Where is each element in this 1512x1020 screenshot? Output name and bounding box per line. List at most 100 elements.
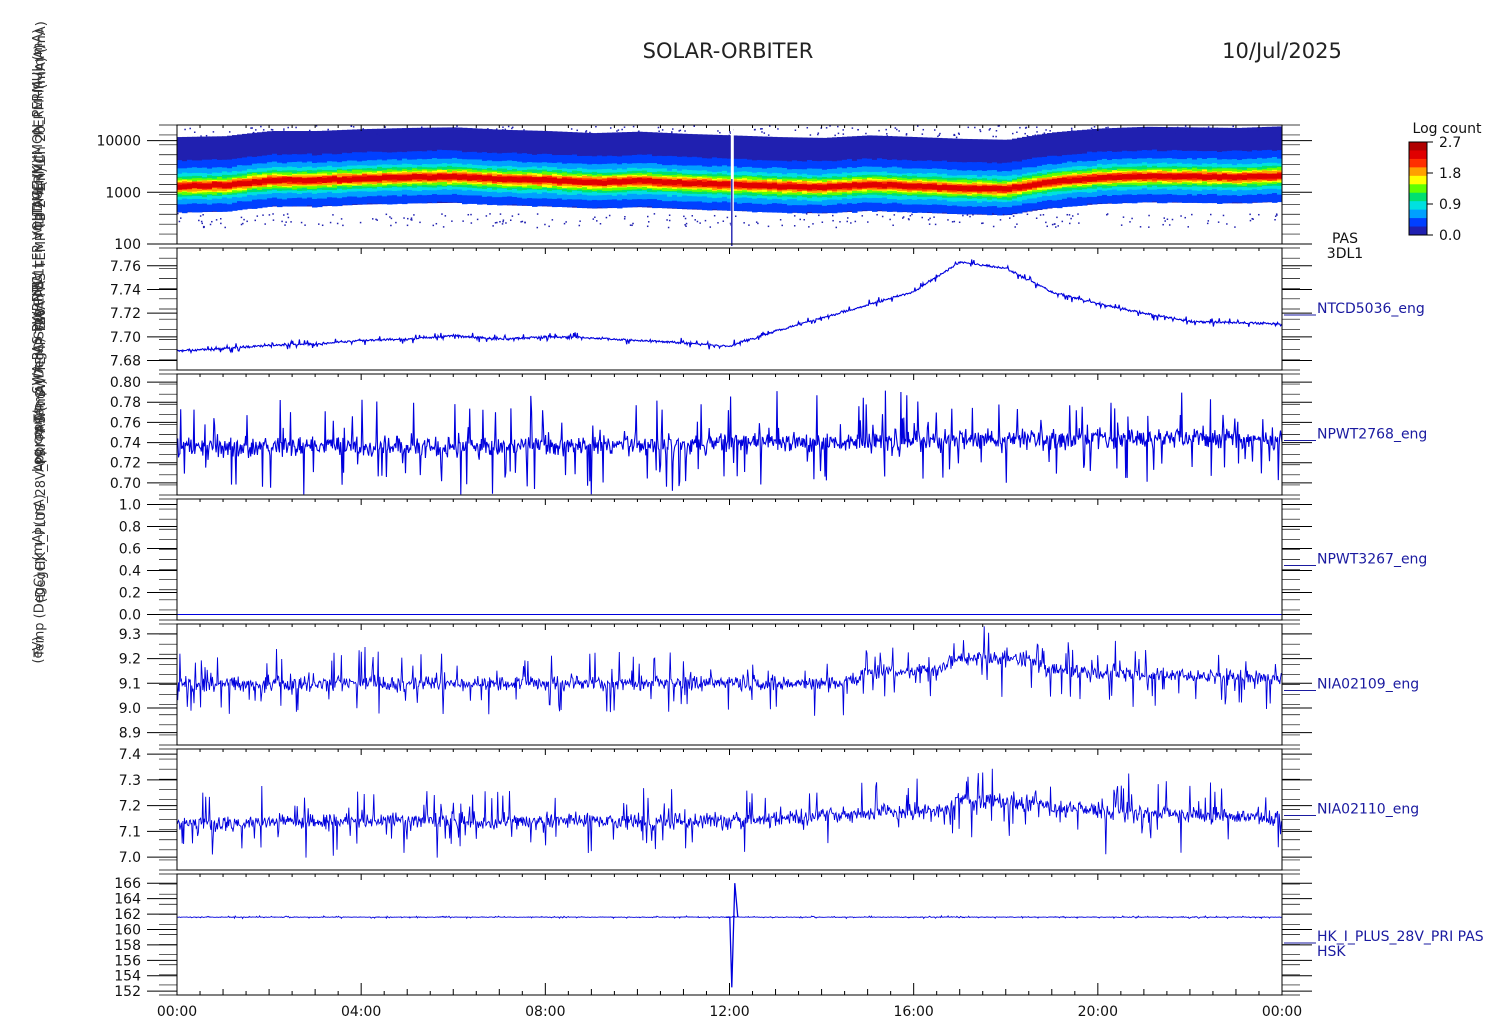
- spectrogram-speckle: [894, 127, 897, 129]
- spectrogram-speckle: [728, 134, 730, 137]
- spectrogram-speckle: [406, 224, 409, 227]
- spectrogram-speckle: [487, 128, 489, 130]
- spectrogram-speckle: [953, 220, 956, 223]
- spectrogram-speckle: [455, 135, 457, 137]
- spectrogram-speckle: [908, 218, 910, 221]
- spectrogram-speckle: [916, 125, 919, 127]
- spectrogram-cell: [1162, 173, 1168, 179]
- spectrogram-speckle: [668, 219, 671, 222]
- spectrogram-speckle: [502, 219, 505, 221]
- spectrogram-speckle: [1051, 223, 1054, 226]
- spectrogram-speckle: [441, 213, 443, 215]
- spectrogram-speckle: [685, 222, 688, 225]
- spectrogram-speckle: [290, 221, 292, 223]
- spectrogram-speckle: [1168, 224, 1171, 226]
- spectrogram-cell: [867, 182, 873, 188]
- spectrogram-cell: [1247, 173, 1253, 179]
- y-tick-label: 0.76: [110, 415, 141, 431]
- spectrogram-speckle: [1016, 223, 1018, 225]
- spectrogram-cell: [787, 184, 793, 190]
- spectrogram-cell: [647, 178, 653, 184]
- spectrogram-speckle: [579, 220, 581, 222]
- spectrogram-cell: [957, 185, 963, 191]
- spectrogram-speckle: [729, 131, 731, 133]
- spectrogram-speckle: [260, 125, 262, 128]
- spectrogram-speckle: [332, 214, 334, 216]
- spectrogram-cell: [792, 184, 798, 190]
- spectrogram-speckle: [570, 128, 573, 130]
- spectrogram-cell: [842, 183, 848, 189]
- spectrogram-cell: [1142, 173, 1148, 179]
- spectrogram-speckle: [1164, 220, 1166, 222]
- spectrogram-cell: [852, 182, 858, 188]
- spectrogram-speckle: [411, 129, 414, 131]
- spectrogram-cell: [807, 184, 813, 190]
- spectrogram-speckle: [1203, 127, 1205, 129]
- spectrogram-cell: [1172, 174, 1178, 180]
- y-tick-label: 160: [114, 922, 141, 938]
- spectrogram-speckle: [967, 126, 970, 129]
- spectrogram-speckle: [464, 129, 466, 131]
- panel-frame: [176, 748, 1283, 871]
- y-tick-label: 8.9: [119, 726, 141, 742]
- spectrogram-speckle: [623, 126, 626, 128]
- spectrogram-cell: [1257, 173, 1263, 179]
- spectrogram-cell: [1087, 176, 1093, 182]
- spectrogram-speckle: [359, 221, 362, 224]
- spectrogram-speckle: [679, 133, 681, 136]
- spectrogram-cell: [1222, 173, 1228, 179]
- spectrogram-speckle: [892, 224, 894, 227]
- spectrogram-cell: [1067, 178, 1073, 184]
- spectrogram-cell: [502, 177, 508, 183]
- spectrogram-speckle: [366, 135, 368, 138]
- spectrogram-cell: [612, 179, 618, 185]
- spectrogram-speckle: [243, 218, 245, 221]
- spectrogram-cell: [662, 180, 668, 186]
- spectrogram-speckle: [340, 218, 343, 220]
- spectrogram-speckle: [1110, 132, 1113, 134]
- spectrogram-speckle: [462, 220, 464, 222]
- spectrogram-cell: [337, 177, 343, 183]
- panel-label: NIA02110_eng: [1317, 802, 1419, 818]
- spectrogram-cell: [252, 179, 258, 185]
- spectrogram-speckle: [1082, 136, 1084, 139]
- spectrogram-speckle: [375, 218, 377, 221]
- spectrogram-cell: [1007, 186, 1013, 192]
- spectrogram-speckle: [215, 219, 218, 221]
- spectrogram-speckle: [1180, 215, 1182, 217]
- spectrogram-cell: [1272, 173, 1278, 179]
- spectrogram-speckle: [219, 217, 222, 220]
- spectrogram-speckle: [1091, 134, 1093, 136]
- spectrogram-cell: [347, 177, 353, 183]
- x-tick-label: 08:00: [525, 1004, 565, 1020]
- spectrogram-cell: [1217, 175, 1223, 181]
- spectrogram-speckle: [1045, 129, 1047, 131]
- spectrogram-speckle: [1066, 213, 1069, 216]
- y-tick-label: 0.72: [110, 456, 141, 472]
- spectrogram-cell: [717, 181, 723, 187]
- spectrogram-cell: [837, 184, 843, 190]
- spectrogram-cell: [472, 175, 478, 181]
- spectrogram-speckle: [794, 129, 797, 131]
- spectrogram-speckle: [712, 135, 715, 137]
- spectrogram-speckle: [379, 135, 381, 137]
- spectrogram-cell: [672, 180, 678, 186]
- spectrogram-cell: [797, 184, 803, 190]
- spectrogram-speckle: [629, 224, 632, 226]
- spectrogram-speckle: [1247, 131, 1249, 134]
- spectrogram-speckle: [496, 221, 498, 224]
- spectrogram-cell: [1227, 174, 1233, 180]
- spectrogram-speckle: [595, 125, 597, 128]
- spectrogram-speckle: [1276, 214, 1278, 216]
- spectrogram-cell: [1112, 175, 1118, 181]
- colorbar-segment: [1409, 175, 1427, 185]
- spectrogram-speckle: [696, 220, 699, 223]
- spectrogram-speckle: [418, 131, 420, 134]
- spectrogram-speckle: [576, 129, 578, 132]
- y-tick-label: 7.74: [110, 282, 141, 298]
- spectrogram-speckle: [1194, 130, 1197, 133]
- spectrogram-cell: [372, 176, 378, 182]
- spectrogram-cell: [542, 177, 548, 183]
- y-tick-label: 0.2: [119, 586, 141, 602]
- colorbar-tick-label: 1.8: [1439, 166, 1461, 182]
